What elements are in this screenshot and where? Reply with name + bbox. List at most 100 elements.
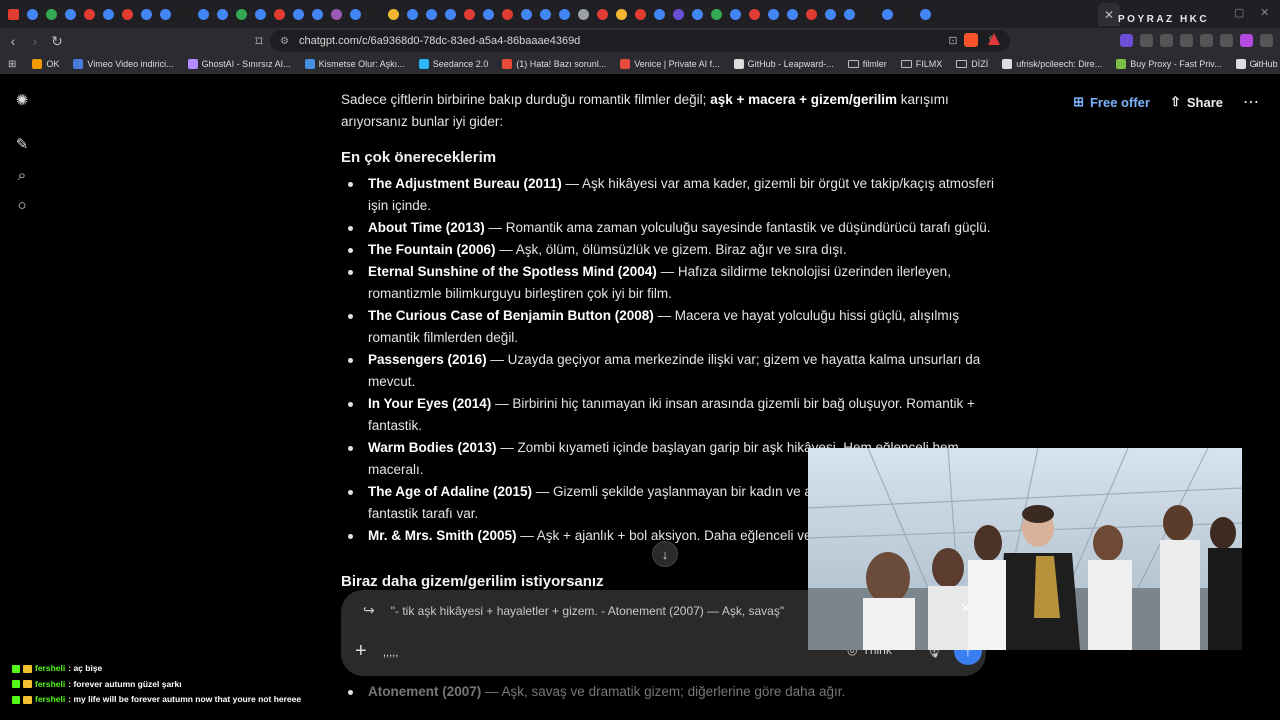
leo-ai-icon[interactable]	[1240, 34, 1253, 47]
share-button[interactable]: ⇧ Share	[1170, 94, 1223, 110]
tab-favicon-icon[interactable]	[42, 0, 61, 28]
tab-favicon-icon[interactable]	[460, 0, 479, 28]
tab-favicon-icon[interactable]	[251, 0, 270, 28]
minimize-icon[interactable]: ▢	[1234, 6, 1244, 19]
tab-favicon-icon[interactable]	[479, 0, 498, 28]
tab-favicon-icon[interactable]	[612, 0, 631, 28]
tab-favicon-icon[interactable]	[270, 0, 289, 28]
bookmark-item[interactable]: Venice | Private AI f...	[620, 59, 720, 69]
tab-favicon-icon[interactable]	[669, 0, 688, 28]
bookmark-favicon-icon	[620, 59, 631, 69]
tab-favicon-icon[interactable]	[441, 0, 460, 28]
active-tab-close-icon[interactable]: ✕	[1098, 3, 1120, 26]
tab-favicon-icon[interactable]	[859, 0, 878, 28]
tab-favicon-icon[interactable]	[403, 0, 422, 28]
picture-in-picture-video[interactable]: ✕	[808, 448, 1242, 650]
wallet-icon[interactable]	[1180, 34, 1193, 47]
tab-favicon-icon[interactable]	[118, 0, 137, 28]
tab-favicon-icon[interactable]	[327, 0, 346, 28]
new-chat-icon[interactable]: ✎	[13, 135, 31, 153]
tab-favicon-icon[interactable]	[650, 0, 669, 28]
tab-favicon-icon[interactable]	[308, 0, 327, 28]
bookmark-item[interactable]: filmler	[847, 59, 887, 69]
tab-favicon-icon[interactable]	[897, 0, 916, 28]
address-bar[interactable]: ⚙ chatgpt.com/c/6a9368d0-78dc-83ed-a5a4-…	[270, 30, 1010, 52]
forward-arrow-icon[interactable]: ›	[24, 30, 46, 52]
tab-strip	[0, 0, 1280, 28]
tab-favicon-icon[interactable]	[821, 0, 840, 28]
tab-favicon-icon[interactable]	[99, 0, 118, 28]
tab-favicon-icon[interactable]	[631, 0, 650, 28]
tab-favicon-icon[interactable]	[23, 0, 42, 28]
tab-favicon-icon[interactable]	[498, 0, 517, 28]
more-options-icon[interactable]: ⋯	[1243, 92, 1260, 112]
tab-favicon-icon[interactable]	[745, 0, 764, 28]
tab-favicon-icon[interactable]	[365, 0, 384, 28]
tab-favicon-icon[interactable]	[916, 0, 935, 28]
tab-favicon-icon[interactable]	[802, 0, 821, 28]
bookmark-item[interactable]: DİZİ	[956, 59, 988, 69]
tab-favicon-icon[interactable]	[4, 0, 23, 28]
bookmark-item[interactable]: FILMX	[900, 59, 942, 69]
close-video-icon[interactable]: ✕	[960, 600, 972, 617]
tab-favicon-icon[interactable]	[156, 0, 175, 28]
bookmark-item[interactable]: GitHub - Leapward-...	[733, 59, 834, 69]
site-info-icon[interactable]: ⚙	[280, 36, 289, 47]
tab-favicon-icon[interactable]	[346, 0, 365, 28]
tab-favicon-icon[interactable]	[764, 0, 783, 28]
tab-favicon-icon[interactable]	[688, 0, 707, 28]
tab-favicon-icon[interactable]	[878, 0, 897, 28]
movie-desc: — Romantik ama zaman yolculuğu sayesinde…	[484, 220, 991, 235]
bookmark-item[interactable]: Buy Proxy - Fast Priv...	[1116, 59, 1222, 69]
tab-favicon-icon[interactable]	[61, 0, 80, 28]
tab-favicon-icon[interactable]	[593, 0, 612, 28]
extension-icon[interactable]	[1120, 34, 1133, 47]
tab-favicon-icon[interactable]	[384, 0, 403, 28]
translate-icon[interactable]: ⊡	[948, 34, 957, 47]
attach-plus-icon[interactable]: +	[355, 640, 367, 663]
extensions-puzzle-icon[interactable]	[1140, 34, 1153, 47]
bookmark-item[interactable]: OK	[32, 59, 59, 69]
bookmark-item[interactable]: Seedance 2.0	[418, 59, 488, 69]
bookmark-icon[interactable]: ⌑	[248, 30, 270, 52]
tab-favicon-icon[interactable]	[707, 0, 726, 28]
tab-favicon-icon[interactable]	[536, 0, 555, 28]
chats-icon[interactable]: ○	[13, 196, 31, 214]
bookmark-item[interactable]: (1) Hata! Bazı sorunl...	[502, 59, 606, 69]
scroll-to-bottom-button[interactable]: ↓	[652, 541, 678, 567]
menu-icon[interactable]	[1260, 34, 1273, 47]
reload-icon[interactable]: ↻	[46, 30, 68, 52]
free-offer-button[interactable]: ⊞ Free offer	[1073, 94, 1150, 110]
bookmark-item[interactable]: GhostAI - Sınırsız AI...	[187, 59, 291, 69]
brave-shield-icon[interactable]	[964, 33, 978, 47]
bookmark-label: Venice | Private AI f...	[634, 59, 720, 69]
tab-favicon-icon[interactable]	[175, 0, 194, 28]
tab-favicon-icon[interactable]	[840, 0, 859, 28]
tab-favicon-icon[interactable]	[555, 0, 574, 28]
tab-favicon-icon[interactable]	[137, 0, 156, 28]
shield-icon[interactable]	[1220, 34, 1233, 47]
tab-favicon-icon[interactable]	[422, 0, 441, 28]
tab-favicon-icon[interactable]	[574, 0, 593, 28]
window-close-icon[interactable]: ✕	[1260, 6, 1269, 19]
chat-username: fersheli	[35, 663, 66, 673]
chatgpt-logo-icon[interactable]: ✺	[13, 91, 31, 109]
tab-favicon-icon[interactable]	[726, 0, 745, 28]
bookmark-item[interactable]: Vimeo Video indirici...	[73, 59, 174, 69]
tab-favicon-icon[interactable]	[194, 0, 213, 28]
tab-favicon-icon[interactable]	[232, 0, 251, 28]
search-icon[interactable]: ⌕	[13, 166, 31, 184]
bookmarks-overflow-icon[interactable]: ›	[1255, 59, 1258, 69]
apps-grid-icon[interactable]: ⊞	[8, 59, 16, 70]
vpn-icon[interactable]	[1200, 34, 1213, 47]
tab-favicon-icon[interactable]	[80, 0, 99, 28]
message-input[interactable]: ,,,,,	[383, 647, 398, 659]
back-arrow-icon[interactable]: ‹	[2, 30, 24, 52]
tab-favicon-icon[interactable]	[289, 0, 308, 28]
bookmark-item[interactable]: ufrisk/pcileech: Dire...	[1002, 59, 1102, 69]
tab-favicon-icon[interactable]	[213, 0, 232, 28]
bookmark-item[interactable]: Kismetse Olur: Aşkı...	[304, 59, 405, 69]
tab-favicon-icon[interactable]	[517, 0, 536, 28]
sidebar-icon[interactable]	[1160, 34, 1173, 47]
tab-favicon-icon[interactable]	[783, 0, 802, 28]
